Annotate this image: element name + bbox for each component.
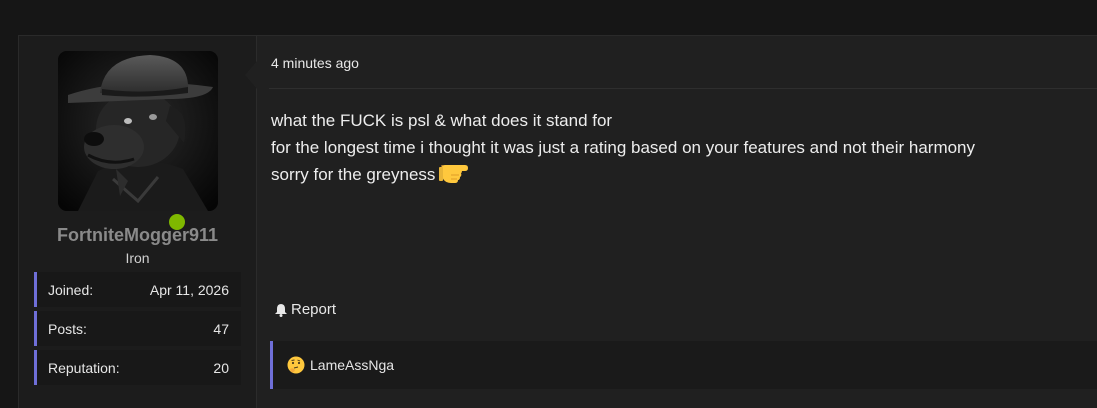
message-line-with-emoji: sorry for the greyness [271,161,1091,193]
user-info-panel: FortniteMogger911 Iron Joined: Apr 11, 2… [19,36,257,408]
stat-label: Joined: [48,282,94,298]
reaction-summary[interactable]: LameAssNga [287,356,394,374]
report-label: Report [291,301,337,318]
user-rank: Iron [125,250,150,266]
reactions-bar[interactable]: LameAssNga [270,341,1097,389]
post-container: FortniteMogger911 Iron Joined: Apr 11, 2… [18,35,1097,408]
stat-label: Posts: [48,321,87,337]
avatar[interactable] [58,51,218,211]
stat-label: Reputation: [48,360,120,376]
username[interactable]: FortniteMogger911 [19,225,256,246]
message-line: for the longest time i thought it was ju… [271,138,976,157]
bell-icon [275,303,287,317]
avatar-dog-in-fedora-icon [58,51,218,211]
avatar-container [58,51,218,232]
message-pointer-arrow [245,61,257,89]
message-body: what the FUCK is psl & what does it stan… [271,107,1091,193]
post-timestamp[interactable]: 4 minutes ago [271,55,359,71]
thinking-face-icon [287,356,305,374]
stat-value: 47 [213,321,229,337]
stat-reputation: Reputation: 20 [34,350,241,385]
message-line: what the FUCK is psl & what does it stan… [271,111,613,130]
backhand-index-pointing-right-icon [439,161,469,193]
reactor-name[interactable]: LameAssNga [310,357,394,373]
report-button[interactable]: Report [274,301,336,318]
stat-joined: Joined: Apr 11, 2026 [34,272,241,307]
stat-value: 20 [213,360,229,376]
header-divider [269,88,1097,89]
stat-posts: Posts: 47 [34,311,241,346]
stat-value: Apr 11, 2026 [149,282,229,298]
message-line: sorry for the greyness [271,165,436,184]
